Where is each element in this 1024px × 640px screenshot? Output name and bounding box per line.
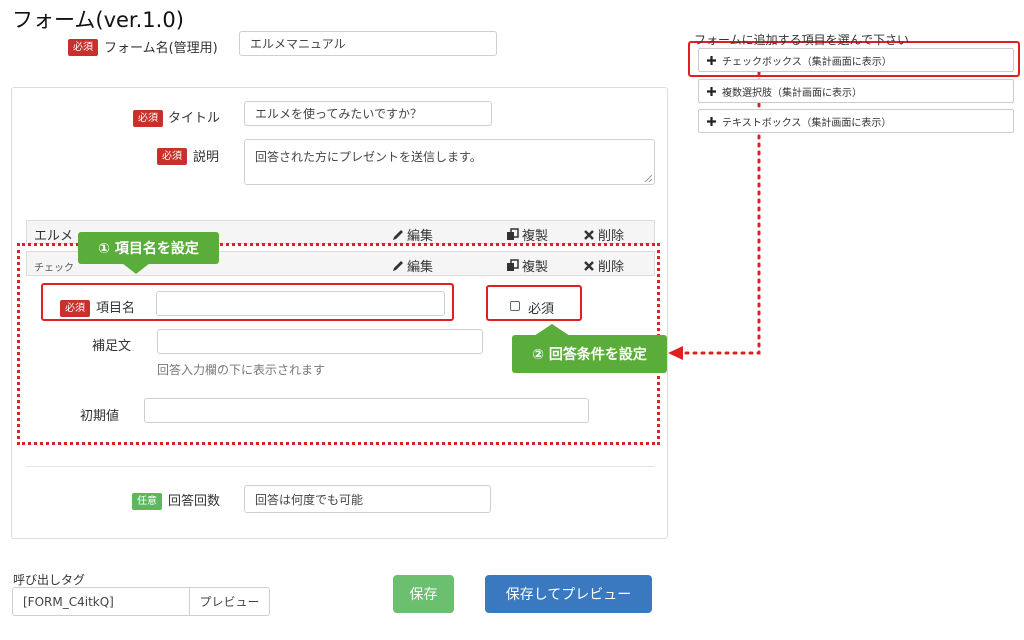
section-duplicate-label: 複製 [522,229,549,244]
section-delete-label: 削除 [598,229,625,244]
save-button[interactable]: 保存 [393,575,454,613]
title-label: タイトル [168,111,221,126]
description-textarea[interactable]: 回答された方にプレゼントを送信します。 [244,139,655,185]
right-panel-heading: フォームに追加する項目を選んで下さい [694,33,910,47]
save-and-preview-button[interactable]: 保存してプレビュー [485,575,652,613]
callout-pointer [122,263,150,274]
close-icon [584,229,594,240]
add-textbox-label: テキストボックス（集計画面に表示） [722,117,892,129]
plus-icon [707,116,716,126]
add-checkbox-button[interactable]: チェックボックス（集計画面に表示） [698,48,1014,72]
page-title: フォーム(ver.1.0) [12,8,184,32]
answer-count-label: 回答回数 [168,494,221,509]
resize-handle-icon[interactable] [644,174,652,182]
add-multiple-choice-button[interactable]: 複数選択肢（集計画面に表示） [698,79,1014,103]
copy-icon [507,228,519,240]
add-textbox-button[interactable]: テキストボックス（集計画面に表示） [698,109,1014,133]
section-name: エルメ [34,229,74,244]
section-edit-button[interactable]: 編集 [392,225,433,244]
item-name-highlight [41,283,454,321]
answer-count-select[interactable]: 回答は何度でも可能 [244,485,491,513]
required-badge: 必須 [157,148,187,165]
title-input[interactable]: エルメを使ってみたいですか？ [244,101,492,126]
call-tag-label: 呼び出しタグ [13,573,86,587]
optional-badge: 任意 [132,493,162,510]
form-name-input[interactable]: エルメマニュアル [239,31,497,56]
callout-answer-condition: ② 回答条件を設定 [512,335,667,373]
divider [26,466,655,467]
section-delete-button[interactable]: 削除 [583,225,624,244]
form-name-label: フォーム名(管理用) [104,41,218,56]
pencil-icon [393,229,403,240]
call-tag-preview-button[interactable]: プレビュー [189,587,270,616]
required-badge: 必須 [133,110,163,127]
required-badge: 必須 [68,39,98,56]
callout-item-name: ① 項目名を設定 [78,232,219,264]
add-checkbox-label: チェックボックス（集計画面に表示） [722,56,892,68]
call-tag-input[interactable]: [FORM_C4itkQ] [12,587,190,616]
plus-icon [707,86,716,96]
description-text: 回答された方にプレゼントを送信します。 [255,150,482,164]
add-multiple-choice-label: 複数選択肢（集計画面に表示） [722,87,862,99]
section-duplicate-button[interactable]: 複製 [506,225,548,244]
description-label: 説明 [193,150,220,165]
section-edit-label: 編集 [407,229,434,244]
required-highlight [486,285,582,321]
plus-icon [707,55,716,65]
